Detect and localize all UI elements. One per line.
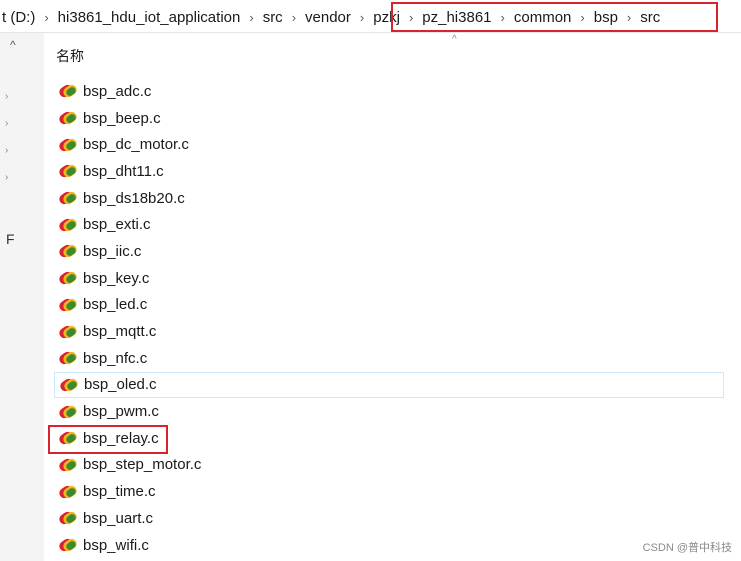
file-name: bsp_adc.c xyxy=(83,82,152,100)
file-name: bsp_dht11.c xyxy=(83,162,164,180)
c-source-file-icon xyxy=(58,191,78,205)
c-source-file-icon xyxy=(58,458,78,472)
c-source-file-icon xyxy=(58,325,78,339)
c-source-file-icon xyxy=(58,84,78,98)
file-name: bsp_dc_motor.c xyxy=(83,136,189,154)
file-name: bsp_exti.c xyxy=(83,216,151,234)
file-name: bsp_uart.c xyxy=(83,509,154,527)
expand-chevron-icon[interactable]: › xyxy=(5,145,8,156)
breadcrumb-item[interactable]: pzkj xyxy=(371,9,402,26)
list-item[interactable]: bsp_iic.c xyxy=(54,238,724,265)
breadcrumb-item[interactable]: common xyxy=(512,9,574,26)
list-item[interactable]: bsp_exti.c xyxy=(54,211,724,238)
expand-chevron-icon[interactable]: › xyxy=(5,91,8,102)
chevron-right-icon[interactable]: › xyxy=(573,10,591,25)
file-name: bsp_step_motor.c xyxy=(83,456,202,474)
breadcrumb-drive[interactable]: t (D:) xyxy=(0,9,37,26)
c-source-file-icon xyxy=(58,431,78,445)
file-name: bsp_time.c xyxy=(83,483,156,501)
expand-chevron-icon[interactable]: › xyxy=(5,172,8,183)
address-bar[interactable]: t (D:) › hi3861_hdu_iot_application › sr… xyxy=(0,0,741,33)
breadcrumb-item[interactable]: bsp xyxy=(592,9,620,26)
file-name: bsp_ds18b20.c xyxy=(83,189,185,207)
c-source-file-icon xyxy=(58,244,78,258)
c-source-file-icon xyxy=(58,351,78,365)
breadcrumb-item[interactable]: src xyxy=(261,9,285,26)
c-source-file-icon xyxy=(58,218,78,232)
list-item[interactable]: bsp_relay.c xyxy=(54,425,724,452)
file-name: bsp_wifi.c xyxy=(83,536,149,554)
c-source-file-icon xyxy=(58,298,78,312)
c-source-file-icon xyxy=(58,405,78,419)
file-name: bsp_pwm.c xyxy=(83,403,159,421)
c-source-file-icon xyxy=(58,538,78,552)
file-name: bsp_nfc.c xyxy=(83,349,148,367)
c-source-file-icon xyxy=(59,378,79,392)
chevron-right-icon[interactable]: › xyxy=(242,10,260,25)
watermark: CSDN @普中科技 xyxy=(642,542,732,554)
chevron-right-icon[interactable]: › xyxy=(285,10,303,25)
list-item[interactable]: bsp_time.c xyxy=(54,478,724,505)
breadcrumb-item[interactable]: pz_hi3861 xyxy=(420,9,493,26)
breadcrumb-item[interactable]: src xyxy=(638,9,662,26)
list-item[interactable]: bsp_beep.c xyxy=(54,105,724,132)
scroll-up-icon[interactable]: ^ xyxy=(10,38,16,52)
list-item[interactable]: bsp_oled.c xyxy=(54,371,724,399)
list-item[interactable]: bsp_wifi.c xyxy=(54,532,724,559)
breadcrumb: t (D:) › hi3861_hdu_iot_application › sr… xyxy=(0,7,662,27)
chevron-right-icon[interactable]: › xyxy=(494,10,512,25)
file-list: bsp_adc.c bsp_beep.c bsp_dc_motor.c bsp_dht… xyxy=(54,78,724,558)
file-name: bsp_led.c xyxy=(83,296,148,314)
chevron-right-icon[interactable]: › xyxy=(620,10,638,25)
list-item[interactable]: bsp_mqtt.c xyxy=(54,318,724,345)
list-item[interactable]: bsp_dc_motor.c xyxy=(54,131,724,158)
list-item[interactable]: bsp_uart.c xyxy=(54,505,724,532)
list-item[interactable]: bsp_dht11.c xyxy=(54,158,724,185)
nav-item-fragment[interactable]: F xyxy=(6,231,15,247)
chevron-right-icon[interactable]: › xyxy=(402,10,420,25)
c-source-file-icon xyxy=(58,511,78,525)
sort-ascending-icon: ^ xyxy=(452,34,457,45)
breadcrumb-item[interactable]: vendor xyxy=(303,9,353,26)
file-name: bsp_beep.c xyxy=(83,109,161,127)
breadcrumb-item[interactable]: hi3861_hdu_iot_application xyxy=(56,9,243,26)
c-source-file-icon xyxy=(58,164,78,178)
file-name: bsp_relay.c xyxy=(83,429,159,447)
file-name: bsp_mqtt.c xyxy=(83,323,157,341)
column-header-name[interactable]: 名称 xyxy=(56,46,84,66)
list-item[interactable]: bsp_nfc.c xyxy=(54,345,724,372)
list-item[interactable]: bsp_key.c xyxy=(54,265,724,292)
chevron-right-icon[interactable]: › xyxy=(37,10,55,25)
navigation-pane[interactable]: ^ › › › › F xyxy=(0,33,44,561)
file-name: bsp_key.c xyxy=(83,269,150,287)
c-source-file-icon xyxy=(58,111,78,125)
expand-chevron-icon[interactable]: › xyxy=(5,118,8,129)
c-source-file-icon xyxy=(58,138,78,152)
list-item[interactable]: bsp_pwm.c xyxy=(54,398,724,425)
c-source-file-icon xyxy=(58,485,78,499)
list-item[interactable]: bsp_led.c xyxy=(54,292,724,319)
c-source-file-icon xyxy=(58,271,78,285)
file-name: bsp_iic.c xyxy=(83,242,142,260)
list-item[interactable]: bsp_ds18b20.c xyxy=(54,185,724,212)
list-item[interactable]: bsp_adc.c xyxy=(54,78,724,105)
file-name: bsp_oled.c xyxy=(84,376,157,394)
chevron-right-icon[interactable]: › xyxy=(353,10,371,25)
list-item[interactable]: bsp_step_motor.c xyxy=(54,452,724,479)
